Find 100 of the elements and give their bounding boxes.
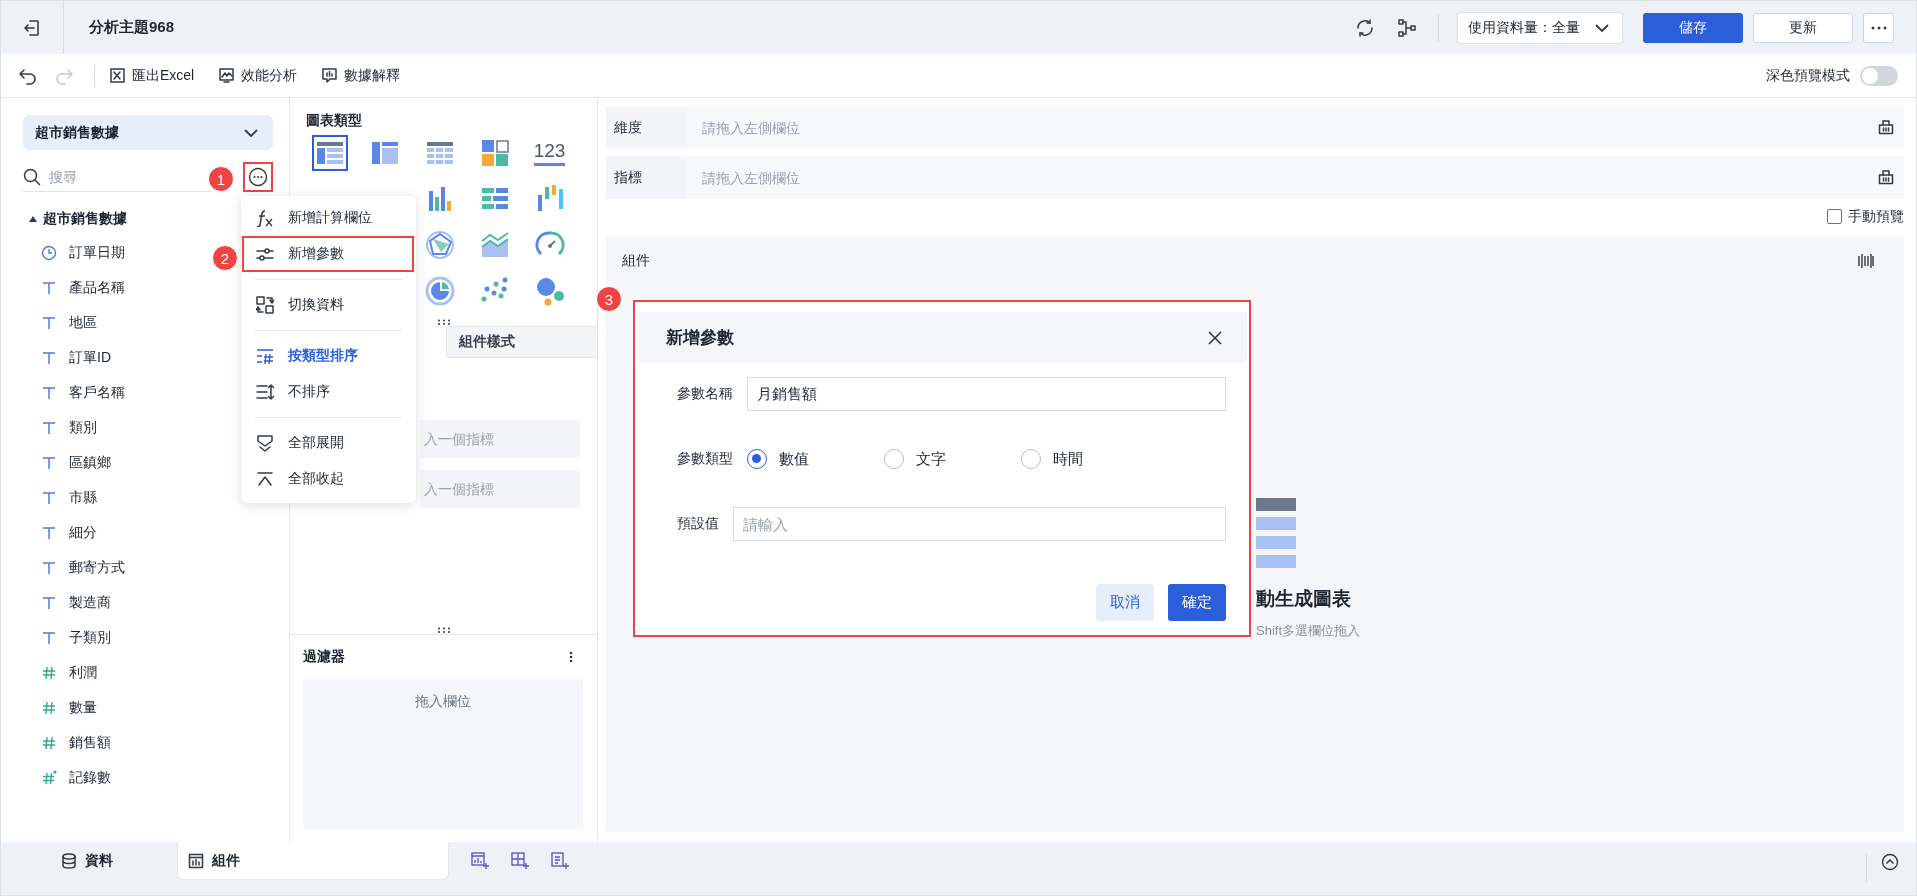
menu-item[interactable]: 切換資料 bbox=[242, 287, 414, 323]
field-item[interactable]: 產品名稱 bbox=[69, 278, 125, 297]
bottom-tab[interactable]: 資料 bbox=[47, 842, 177, 880]
hash-icon bbox=[41, 769, 57, 786]
text-input[interactable]: 請輸入 bbox=[733, 507, 1226, 541]
dark-preview-label: 深色預覽模式 bbox=[1766, 66, 1850, 85]
text-type-icon bbox=[41, 419, 57, 436]
toolbar-button[interactable]: 效能分析 bbox=[218, 66, 298, 85]
radio-option[interactable]: 文字 bbox=[884, 449, 1021, 469]
field-item[interactable]: 訂單日期 bbox=[69, 243, 125, 262]
more-icon bbox=[1870, 25, 1887, 30]
text-type-icon bbox=[41, 349, 57, 366]
toolbar-button[interactable]: 數據解釋 bbox=[321, 66, 401, 85]
hash-icon bbox=[41, 734, 57, 751]
chart-bubble-icon bbox=[321, 67, 339, 84]
field-item[interactable]: 子類別 bbox=[69, 628, 111, 647]
dataset-select[interactable]: 超市銷售數據 bbox=[23, 115, 273, 150]
save-button[interactable]: 儲存 bbox=[1643, 12, 1743, 43]
field-item[interactable]: 地區 bbox=[69, 313, 97, 332]
expand-all-icon bbox=[256, 434, 274, 452]
field-label: 參數類型 bbox=[677, 450, 733, 468]
menu-item[interactable]: 全部展開 bbox=[242, 425, 414, 461]
sort-icon bbox=[256, 383, 274, 401]
hash-icon bbox=[41, 664, 57, 681]
field-item[interactable]: 銷售額 bbox=[69, 733, 111, 752]
metric-drop-field[interactable]: 入一個指標 bbox=[420, 470, 580, 508]
search-icon bbox=[23, 168, 41, 186]
menu-item[interactable]: 不排序 bbox=[242, 374, 414, 410]
field-item[interactable]: 製造商 bbox=[69, 593, 111, 612]
data-volume-select[interactable]: 使用資料量：全量 bbox=[1457, 11, 1623, 44]
field-item[interactable]: 類別 bbox=[69, 418, 97, 437]
report-title: 分析主題968 bbox=[89, 18, 175, 37]
field-item[interactable]: 區鎮鄉 bbox=[69, 453, 111, 472]
menu-item[interactable]: 新增計算欄位 bbox=[242, 200, 414, 236]
shelf-drop-field[interactable]: 請拖入左側欄位 bbox=[686, 156, 1904, 199]
barcode-like-icon[interactable] bbox=[1858, 254, 1874, 268]
field-item[interactable]: 客戶名稱 bbox=[69, 383, 125, 402]
sync-icon[interactable] bbox=[1354, 16, 1376, 39]
field-item[interactable]: 細分 bbox=[69, 523, 97, 542]
text-type-icon bbox=[41, 629, 57, 646]
update-button[interactable]: 更新 bbox=[1753, 12, 1853, 43]
bottom-tab[interactable]: 組件 bbox=[177, 842, 449, 880]
shelf-drop-field[interactable]: 請拖入左側欄位 bbox=[686, 106, 1904, 149]
text-type-icon bbox=[41, 314, 57, 331]
field-item[interactable]: 利潤 bbox=[69, 663, 97, 682]
radar-icon[interactable] bbox=[423, 229, 456, 261]
collapse-triangle-icon[interactable] bbox=[29, 215, 37, 223]
toolbar-button[interactable]: 匯出Excel bbox=[109, 66, 195, 85]
lineage-icon[interactable] bbox=[1396, 16, 1418, 39]
tree-node-label[interactable]: 超市銷售數據 bbox=[43, 210, 127, 228]
section-title: 過濾器 bbox=[303, 648, 345, 666]
database-icon bbox=[61, 853, 77, 869]
field-item[interactable]: 記錄數 bbox=[69, 768, 111, 787]
text-type-icon bbox=[41, 489, 57, 506]
text-type-icon bbox=[41, 454, 57, 471]
exit-icon[interactable] bbox=[23, 18, 41, 37]
field-item[interactable]: 數量 bbox=[69, 698, 97, 717]
excel-export-icon bbox=[109, 67, 126, 84]
field-label: 預設值 bbox=[677, 515, 719, 533]
chart-window-icon bbox=[188, 852, 204, 869]
menu-item[interactable]: 按類型排序 bbox=[242, 338, 414, 374]
stacked-bars-icon bbox=[1256, 498, 1296, 568]
drop-hint: 拖入欄位 bbox=[415, 693, 471, 711]
add-table-icon[interactable] bbox=[511, 852, 529, 870]
menu-item[interactable]: 新增參數 bbox=[242, 236, 414, 272]
field-item[interactable]: 訂單ID bbox=[69, 348, 111, 367]
hash-icon bbox=[41, 699, 57, 716]
text-input[interactable]: 月銷售額 bbox=[747, 377, 1226, 411]
kebab-icon[interactable] bbox=[569, 651, 573, 663]
add-text-icon[interactable] bbox=[551, 852, 569, 870]
field-item[interactable]: 郵寄方式 bbox=[69, 558, 125, 577]
confirm-button[interactable]: 確定 bbox=[1168, 584, 1226, 621]
section-title: 圖表類型 bbox=[305, 111, 363, 130]
text-type-icon bbox=[41, 384, 57, 401]
dark-preview-toggle[interactable] bbox=[1860, 65, 1898, 86]
radio-option[interactable]: 時間 bbox=[1021, 449, 1158, 469]
drag-handle-icon[interactable] bbox=[437, 627, 451, 633]
shelf-settings-icon[interactable] bbox=[1878, 169, 1894, 185]
more-options-button[interactable] bbox=[243, 162, 273, 192]
panel-tab[interactable]: 組件樣式 bbox=[446, 326, 597, 358]
shelf-label: 指標 bbox=[606, 156, 686, 199]
field-item[interactable]: 市縣 bbox=[69, 488, 97, 507]
metric-drop-field[interactable]: 入一個指標 bbox=[420, 420, 580, 458]
shelf-settings-icon[interactable] bbox=[1878, 119, 1894, 135]
add-chart-icon[interactable] bbox=[471, 852, 489, 870]
field-label: 參數名稱 bbox=[677, 385, 733, 403]
cancel-button[interactable]: 取消 bbox=[1096, 584, 1154, 621]
text-type-icon bbox=[41, 559, 57, 576]
drag-handle-icon[interactable] bbox=[436, 319, 451, 325]
collapse-up-icon[interactable] bbox=[1881, 853, 1899, 871]
filter-drop-zone[interactable]: 拖入欄位 bbox=[303, 679, 583, 830]
radio-option[interactable]: 數值 bbox=[747, 449, 884, 469]
search-field[interactable]: 搜尋 bbox=[23, 162, 211, 192]
menu-item[interactable]: 全部收起 bbox=[242, 461, 414, 497]
close-icon[interactable] bbox=[1207, 329, 1223, 346]
panel-title: 組件 bbox=[622, 252, 650, 270]
manual-preview-checkbox[interactable]: 手動預覽 bbox=[1827, 207, 1904, 226]
sort-icon bbox=[256, 347, 274, 365]
text-type-icon bbox=[41, 594, 57, 611]
pie-chart-icon[interactable] bbox=[423, 275, 456, 307]
